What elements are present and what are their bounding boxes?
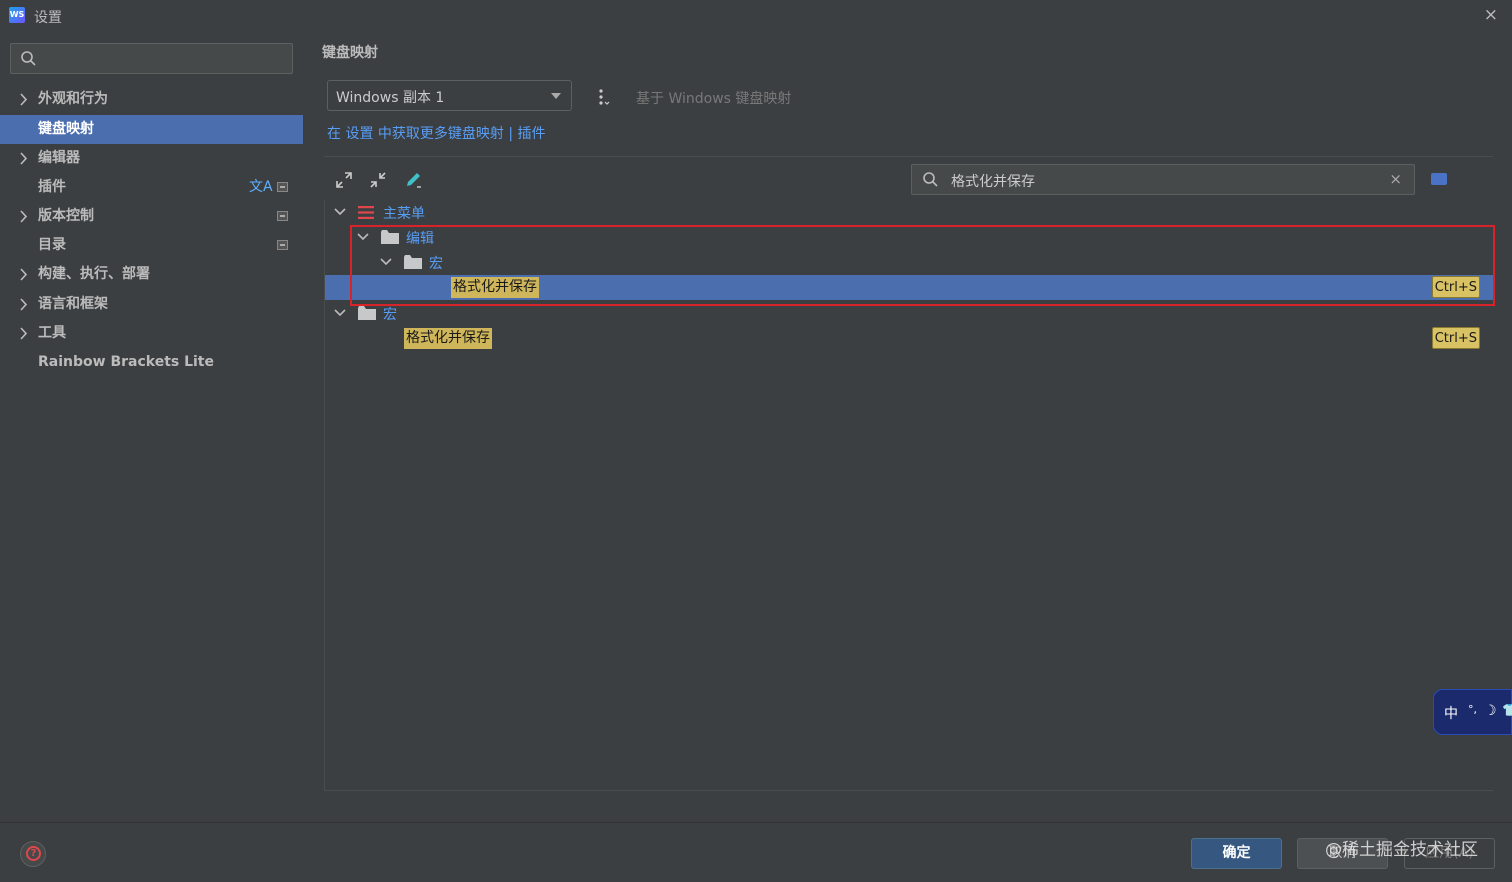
chevron-right-icon bbox=[20, 298, 28, 311]
divider bbox=[324, 156, 1493, 157]
help-button[interactable]: ? bbox=[20, 841, 46, 867]
dialog-footer: ? 确定 取消 应用(A) @稀土掘金技术社区 bbox=[0, 822, 1512, 882]
help-icon: ? bbox=[26, 846, 41, 861]
ime-mode-label: 中 bbox=[1444, 706, 1458, 722]
tree-row-format-save[interactable]: 格式化并保存 Ctrl+S bbox=[325, 326, 1494, 351]
sidebar-item-build[interactable]: 构建、执行、部署 bbox=[0, 260, 303, 289]
chevron-down-icon bbox=[334, 208, 346, 216]
tree-row-macro-sub[interactable]: 宏 bbox=[325, 250, 1494, 275]
sidebar-item-label: 版本控制 bbox=[38, 208, 94, 224]
keymap-search-input[interactable]: 格式化并保存 × bbox=[911, 164, 1415, 195]
shortcut-badge: Ctrl+S bbox=[1431, 276, 1480, 298]
action-label: 格式化并保存 bbox=[451, 277, 539, 298]
tree-node-label: 主菜单 bbox=[383, 206, 425, 222]
collapse-all-icon[interactable] bbox=[368, 170, 388, 190]
sidebar-item-keymap[interactable]: 键盘映射 bbox=[0, 115, 303, 144]
tree-row-main-menu[interactable]: 主菜单 bbox=[325, 200, 1494, 225]
sidebar-item-label: 目录 bbox=[38, 237, 66, 253]
project-level-icon bbox=[277, 240, 288, 250]
chevron-down-icon bbox=[380, 258, 392, 266]
sidebar-item-label: 工具 bbox=[38, 325, 66, 341]
ime-skin-icon: 👕 bbox=[1502, 703, 1512, 717]
dropdown-arrow-icon bbox=[551, 93, 561, 99]
title-bar: WS 设置 × bbox=[0, 0, 1512, 32]
webstorm-app-icon: WS bbox=[9, 7, 25, 23]
keymap-dropdown-value: Windows 副本 1 bbox=[336, 90, 445, 106]
more-actions-icon[interactable] bbox=[596, 88, 612, 106]
chevron-down-icon bbox=[357, 233, 369, 241]
sidebar-item-editor[interactable]: 编辑器 bbox=[0, 144, 303, 173]
sidebar-item-label: Rainbow Brackets Lite bbox=[38, 354, 214, 370]
sidebar-item-rainbow-brackets[interactable]: Rainbow Brackets Lite bbox=[0, 348, 303, 377]
shortcut-badge: Ctrl+S bbox=[1431, 327, 1480, 349]
sidebar-item-vcs[interactable]: 版本控制 bbox=[0, 202, 303, 231]
sidebar-item-label: 语言和框架 bbox=[38, 296, 108, 312]
window-title: 设置 bbox=[34, 10, 62, 26]
search-icon bbox=[923, 172, 938, 187]
sidebar-item-label: 构建、执行、部署 bbox=[38, 266, 150, 282]
sidebar-item-label: 插件 bbox=[38, 179, 66, 195]
chevron-right-icon bbox=[20, 93, 28, 106]
ok-button[interactable]: 确定 bbox=[1191, 838, 1282, 869]
tree-node-label: 宏 bbox=[383, 307, 397, 323]
tree-node-label: 编辑 bbox=[406, 231, 434, 247]
sidebar-item-label: 编辑器 bbox=[38, 150, 80, 166]
ime-moon-icon: ☽ bbox=[1484, 703, 1497, 719]
sidebar-item-appearance[interactable]: 外观和行为 bbox=[0, 85, 303, 114]
tree-row-edit[interactable]: 编辑 bbox=[325, 225, 1494, 250]
sidebar-item-tools[interactable]: 工具 bbox=[0, 319, 303, 348]
clear-search-icon[interactable]: × bbox=[1389, 170, 1402, 188]
sidebar-item-label: 外观和行为 bbox=[38, 91, 108, 107]
edit-shortcut-icon[interactable] bbox=[403, 170, 423, 190]
ime-toolbar[interactable]: 中 °, ☽ 👕 bbox=[1433, 689, 1512, 735]
settings-search-input[interactable] bbox=[10, 43, 293, 74]
tree-row-format-save-selected[interactable]: 格式化并保存 Ctrl+S bbox=[325, 275, 1494, 300]
keymap-dropdown[interactable]: Windows 副本 1 bbox=[327, 80, 572, 111]
close-icon[interactable]: × bbox=[1484, 5, 1498, 25]
action-label: 格式化并保存 bbox=[404, 328, 492, 349]
folder-icon bbox=[381, 230, 399, 244]
chevron-right-icon bbox=[20, 268, 28, 281]
page-title: 键盘映射 bbox=[322, 45, 378, 61]
folder-icon bbox=[358, 306, 376, 320]
based-on-label: 基于 Windows 键盘映射 bbox=[636, 91, 792, 107]
folder-icon bbox=[404, 255, 422, 269]
chevron-down-icon bbox=[334, 309, 346, 317]
expand-all-icon[interactable] bbox=[334, 170, 354, 190]
get-more-keymaps-link[interactable]: 在 设置 中获取更多键盘映射 | 插件 bbox=[327, 123, 546, 143]
tree-row-macros[interactable]: 宏 bbox=[325, 301, 1494, 326]
find-by-shortcut-icon[interactable] bbox=[1431, 173, 1447, 185]
sidebar-item-label: 键盘映射 bbox=[38, 121, 94, 137]
chevron-right-icon bbox=[20, 327, 28, 340]
settings-sidebar: 外观和行为 键盘映射 编辑器 插件 文A 版本控制 目录 构建、执行、部署 语言… bbox=[0, 32, 303, 822]
project-level-icon bbox=[277, 182, 288, 192]
sidebar-item-languages[interactable]: 语言和框架 bbox=[0, 290, 303, 319]
chevron-right-icon bbox=[20, 210, 28, 223]
keymap-search-value: 格式化并保存 bbox=[951, 174, 1035, 190]
sidebar-item-plugins[interactable]: 插件 文A bbox=[0, 173, 303, 202]
keymap-tree: 主菜单 编辑 宏 格式化并保存 Ctrl+S 宏 格式化并保存 Ctrl+S bbox=[324, 200, 1494, 791]
watermark: @稀土掘金技术社区 bbox=[1325, 840, 1478, 860]
keymap-panel: 键盘映射 Windows 副本 1 基于 Windows 键盘映射 在 设置 中… bbox=[303, 32, 1512, 822]
sidebar-item-directories[interactable]: 目录 bbox=[0, 231, 303, 260]
translate-icon: 文A bbox=[249, 179, 273, 195]
chevron-right-icon bbox=[20, 152, 28, 165]
main-menu-icon bbox=[358, 206, 374, 219]
ime-punct-icon: °, bbox=[1468, 703, 1477, 716]
search-icon bbox=[21, 51, 36, 66]
tree-node-label: 宏 bbox=[429, 256, 443, 272]
project-level-icon bbox=[277, 211, 288, 221]
